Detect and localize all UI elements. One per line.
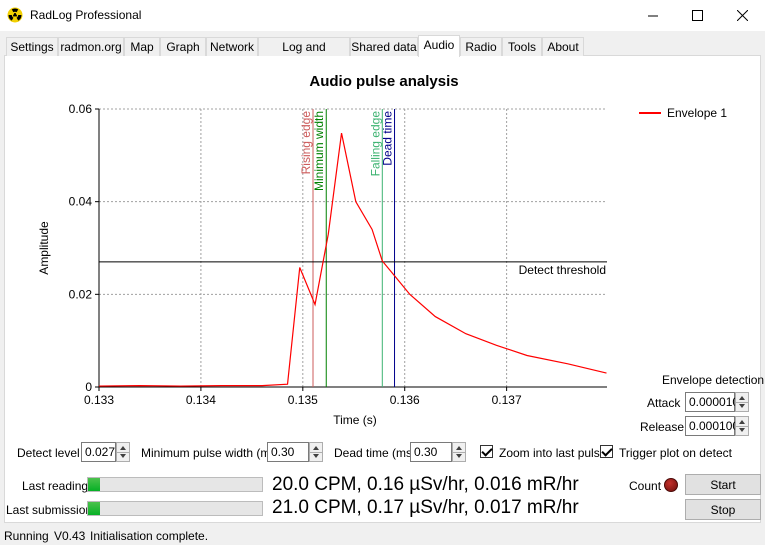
last-reading-label: Last reading xyxy=(22,479,89,493)
last-submission-label: Last submission xyxy=(6,503,93,517)
tab-radmon[interactable]: radmon.org xyxy=(58,37,124,56)
detect-level-label: Detect level xyxy=(17,446,80,460)
status-state: Running xyxy=(4,529,49,543)
tab-tools[interactable]: Tools xyxy=(502,37,542,56)
close-button[interactable] xyxy=(720,0,765,30)
tab-about[interactable]: About xyxy=(542,37,584,56)
tab-settings[interactable]: Settings xyxy=(6,37,58,56)
minimize-button[interactable] xyxy=(631,0,676,30)
x-tick-label: 0.135 xyxy=(288,393,318,407)
attack-spinner[interactable] xyxy=(735,392,749,412)
dead-time-label: Dead time (ms) xyxy=(334,446,417,460)
status-version: V0.43 xyxy=(54,529,86,543)
x-tick-label: 0.134 xyxy=(186,393,216,407)
x-tick-label: 0.133 xyxy=(84,393,114,407)
dead-time-input[interactable]: 0.30 xyxy=(410,442,452,462)
last-submission-progress-fill xyxy=(88,502,101,515)
last-submission-value: 21.0 CPM, 0.17 µSv/hr, 0.017 mR/hr xyxy=(272,497,579,518)
legend: Envelope 1 xyxy=(639,106,727,120)
tab-network[interactable]: Network xyxy=(206,37,258,56)
status-bar: Running V0.43 Initialisation complete. xyxy=(0,527,765,545)
stop-button[interactable]: Stop xyxy=(685,499,761,520)
dead-time-spinner[interactable] xyxy=(452,442,466,462)
min-pulse-width-input[interactable]: 0.30 xyxy=(267,442,309,462)
close-icon xyxy=(737,9,748,21)
envelope-series-line xyxy=(98,132,607,387)
release-input[interactable]: 0.000100 xyxy=(685,416,739,436)
status-message: Initialisation complete. xyxy=(90,529,209,543)
release-spinner[interactable] xyxy=(735,416,749,436)
x-tick-label: 0.137 xyxy=(492,393,522,407)
legend-entry: Envelope 1 xyxy=(667,106,727,120)
maximize-button[interactable] xyxy=(675,0,720,30)
count-indicator-led xyxy=(664,478,678,492)
minimize-icon xyxy=(648,15,658,16)
tab-log-and-analysis[interactable]: Log and Analysis xyxy=(258,37,350,68)
y-tick-label: 0 xyxy=(85,380,92,394)
y-axis-label: Amplitude xyxy=(37,221,51,275)
zoom-label: Zoom into last pulse xyxy=(499,446,607,460)
last-submission-progress xyxy=(87,501,263,516)
x-axis-label: Time (s) xyxy=(333,413,377,427)
y-tick-label: 0.06 xyxy=(69,102,93,116)
detect-level-input[interactable]: 0.027 xyxy=(81,442,116,462)
trigger-checkbox[interactable] xyxy=(600,445,613,458)
tab-graph[interactable]: Graph xyxy=(160,37,206,56)
y-tick-label: 0.04 xyxy=(69,195,93,209)
tab-map[interactable]: Map xyxy=(124,37,160,56)
chart-title: Audio pulse analysis xyxy=(309,73,458,90)
trigger-label: Trigger plot on detect xyxy=(619,446,732,460)
envelope-detection-heading: Envelope detection xyxy=(662,373,765,387)
attack-input[interactable]: 0.000010 xyxy=(685,392,739,412)
start-button[interactable]: Start xyxy=(685,474,761,495)
last-reading-value: 20.0 CPM, 0.16 µSv/hr, 0.016 mR/hr xyxy=(272,474,579,495)
attack-label: Attack xyxy=(647,396,681,410)
y-tick-label: 0.02 xyxy=(69,287,93,301)
tab-strip: Settings radmon.org Map Graph Network Lo… xyxy=(4,35,761,68)
threshold-label: Detect threshold xyxy=(519,263,606,277)
audio-panel: Audio pulse analysis Rising edge Minimum … xyxy=(4,56,765,523)
marker-label: Minimum width xyxy=(312,111,326,191)
tab-shared-data[interactable]: Shared data xyxy=(350,37,418,56)
window-title: RadLog Professional xyxy=(30,8,142,22)
pulse-chart: Audio pulse analysis Rising edge Minimum … xyxy=(37,73,727,427)
tab-audio[interactable]: Audio xyxy=(418,35,460,57)
detect-level-spinner[interactable] xyxy=(116,442,130,462)
tab-radio[interactable]: Radio xyxy=(460,37,502,56)
release-label: Release xyxy=(640,420,685,434)
maximize-icon xyxy=(692,9,703,21)
min-pulse-width-label: Minimum pulse width (ms) xyxy=(141,446,281,460)
title-bar: RadLog Professional xyxy=(0,0,765,31)
last-reading-progress xyxy=(87,477,263,492)
radiation-icon xyxy=(7,7,23,23)
min-pulse-width-spinner[interactable] xyxy=(309,442,323,462)
x-tick-label: 0.136 xyxy=(390,393,420,407)
marker-label: Dead time xyxy=(381,111,395,166)
count-label: Count xyxy=(629,479,662,493)
zoom-checkbox[interactable] xyxy=(480,445,493,458)
last-reading-progress-fill xyxy=(88,478,101,491)
marker-label: Rising edge xyxy=(299,111,313,175)
